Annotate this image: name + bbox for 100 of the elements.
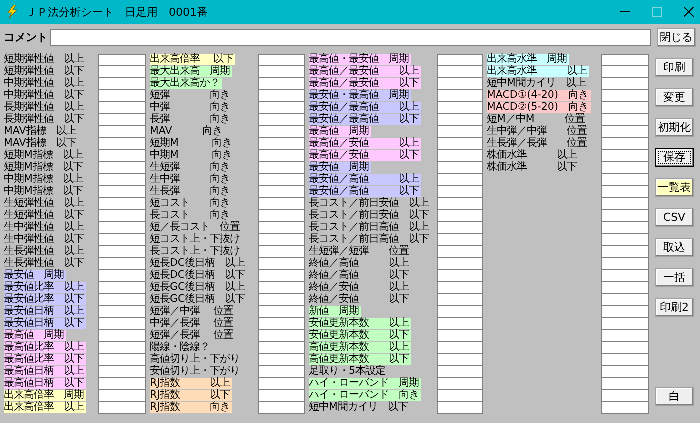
action-button[interactable]: 一覧表	[655, 178, 694, 197]
value-field[interactable]	[98, 318, 146, 330]
action-button[interactable]: 印刷	[655, 58, 694, 77]
value-field[interactable]	[98, 198, 146, 210]
value-field[interactable]	[437, 66, 483, 78]
value-field[interactable]	[98, 390, 146, 402]
value-field[interactable]	[601, 78, 649, 90]
close-button[interactable]: 閉じる	[657, 28, 696, 46]
value-field[interactable]	[258, 354, 305, 366]
value-field[interactable]	[601, 282, 649, 294]
value-field[interactable]	[258, 66, 305, 78]
value-field[interactable]	[601, 186, 649, 198]
value-field[interactable]	[98, 54, 146, 66]
value-field[interactable]	[258, 318, 305, 330]
value-field[interactable]	[601, 150, 649, 162]
value-field[interactable]	[437, 222, 483, 234]
value-field[interactable]	[437, 198, 483, 210]
value-field[interactable]	[258, 222, 305, 234]
action-button[interactable]: 初期化	[655, 118, 694, 137]
value-field[interactable]	[258, 270, 305, 282]
close-icon[interactable]	[684, 7, 694, 17]
value-field[interactable]	[98, 138, 146, 150]
value-field[interactable]	[601, 66, 649, 78]
value-field[interactable]	[98, 150, 146, 162]
value-field[interactable]	[98, 402, 146, 414]
value-field[interactable]	[258, 234, 305, 246]
value-field[interactable]	[437, 306, 483, 318]
value-field[interactable]	[437, 126, 483, 138]
value-field[interactable]	[601, 342, 649, 354]
value-field[interactable]	[437, 174, 483, 186]
value-field[interactable]	[98, 126, 146, 138]
value-field[interactable]	[258, 54, 305, 66]
value-field[interactable]	[258, 174, 305, 186]
value-field[interactable]	[601, 270, 649, 282]
value-field[interactable]	[98, 330, 146, 342]
value-field[interactable]	[258, 306, 305, 318]
value-field[interactable]	[258, 102, 305, 114]
value-field[interactable]	[437, 342, 483, 354]
value-field[interactable]	[98, 354, 146, 366]
value-field[interactable]	[437, 162, 483, 174]
value-field[interactable]	[601, 126, 649, 138]
value-field[interactable]	[601, 102, 649, 114]
value-field[interactable]	[437, 186, 483, 198]
value-field[interactable]	[601, 54, 649, 66]
value-field[interactable]	[98, 258, 146, 270]
value-field[interactable]	[258, 126, 305, 138]
action-button[interactable]: 白	[655, 387, 694, 406]
value-field[interactable]	[98, 234, 146, 246]
value-field[interactable]	[437, 114, 483, 126]
action-button[interactable]: 一括	[655, 268, 694, 287]
value-field[interactable]	[98, 174, 146, 186]
value-field[interactable]	[98, 66, 146, 78]
value-field[interactable]	[437, 366, 483, 378]
value-field[interactable]	[601, 306, 649, 318]
value-field[interactable]	[601, 234, 649, 246]
value-field[interactable]	[98, 90, 146, 102]
value-field[interactable]	[601, 198, 649, 210]
value-field[interactable]	[437, 294, 483, 306]
value-field[interactable]	[437, 270, 483, 282]
value-field[interactable]	[601, 138, 649, 150]
action-button[interactable]: 保存	[655, 148, 694, 167]
value-field[interactable]	[437, 138, 483, 150]
value-field[interactable]	[437, 282, 483, 294]
value-field[interactable]	[601, 366, 649, 378]
value-field[interactable]	[601, 330, 649, 342]
value-field[interactable]	[437, 210, 483, 222]
value-field[interactable]	[98, 222, 146, 234]
value-field[interactable]	[98, 246, 146, 258]
value-field[interactable]	[601, 162, 649, 174]
value-field[interactable]	[258, 150, 305, 162]
action-button[interactable]: 取込	[655, 238, 694, 257]
value-field[interactable]	[98, 78, 146, 90]
value-field[interactable]	[258, 90, 305, 102]
value-field[interactable]	[258, 294, 305, 306]
value-field[interactable]	[98, 186, 146, 198]
value-field[interactable]	[437, 78, 483, 90]
value-field[interactable]	[437, 54, 483, 66]
value-field[interactable]	[258, 390, 305, 402]
value-field[interactable]	[437, 402, 483, 414]
value-field[interactable]	[258, 366, 305, 378]
value-field[interactable]	[258, 186, 305, 198]
value-field[interactable]	[98, 102, 146, 114]
value-field[interactable]	[437, 150, 483, 162]
value-field[interactable]	[98, 270, 146, 282]
value-field[interactable]	[601, 318, 649, 330]
value-field[interactable]	[258, 138, 305, 150]
value-field[interactable]	[98, 210, 146, 222]
value-field[interactable]	[98, 294, 146, 306]
value-field[interactable]	[601, 390, 649, 402]
value-field[interactable]	[258, 114, 305, 126]
value-field[interactable]	[258, 378, 305, 390]
value-field[interactable]	[437, 318, 483, 330]
value-field[interactable]	[601, 294, 649, 306]
value-field[interactable]	[601, 90, 649, 102]
value-field[interactable]	[437, 378, 483, 390]
value-field[interactable]	[258, 258, 305, 270]
value-field[interactable]	[601, 402, 649, 414]
value-field[interactable]	[258, 78, 305, 90]
value-field[interactable]	[437, 234, 483, 246]
value-field[interactable]	[98, 342, 146, 354]
